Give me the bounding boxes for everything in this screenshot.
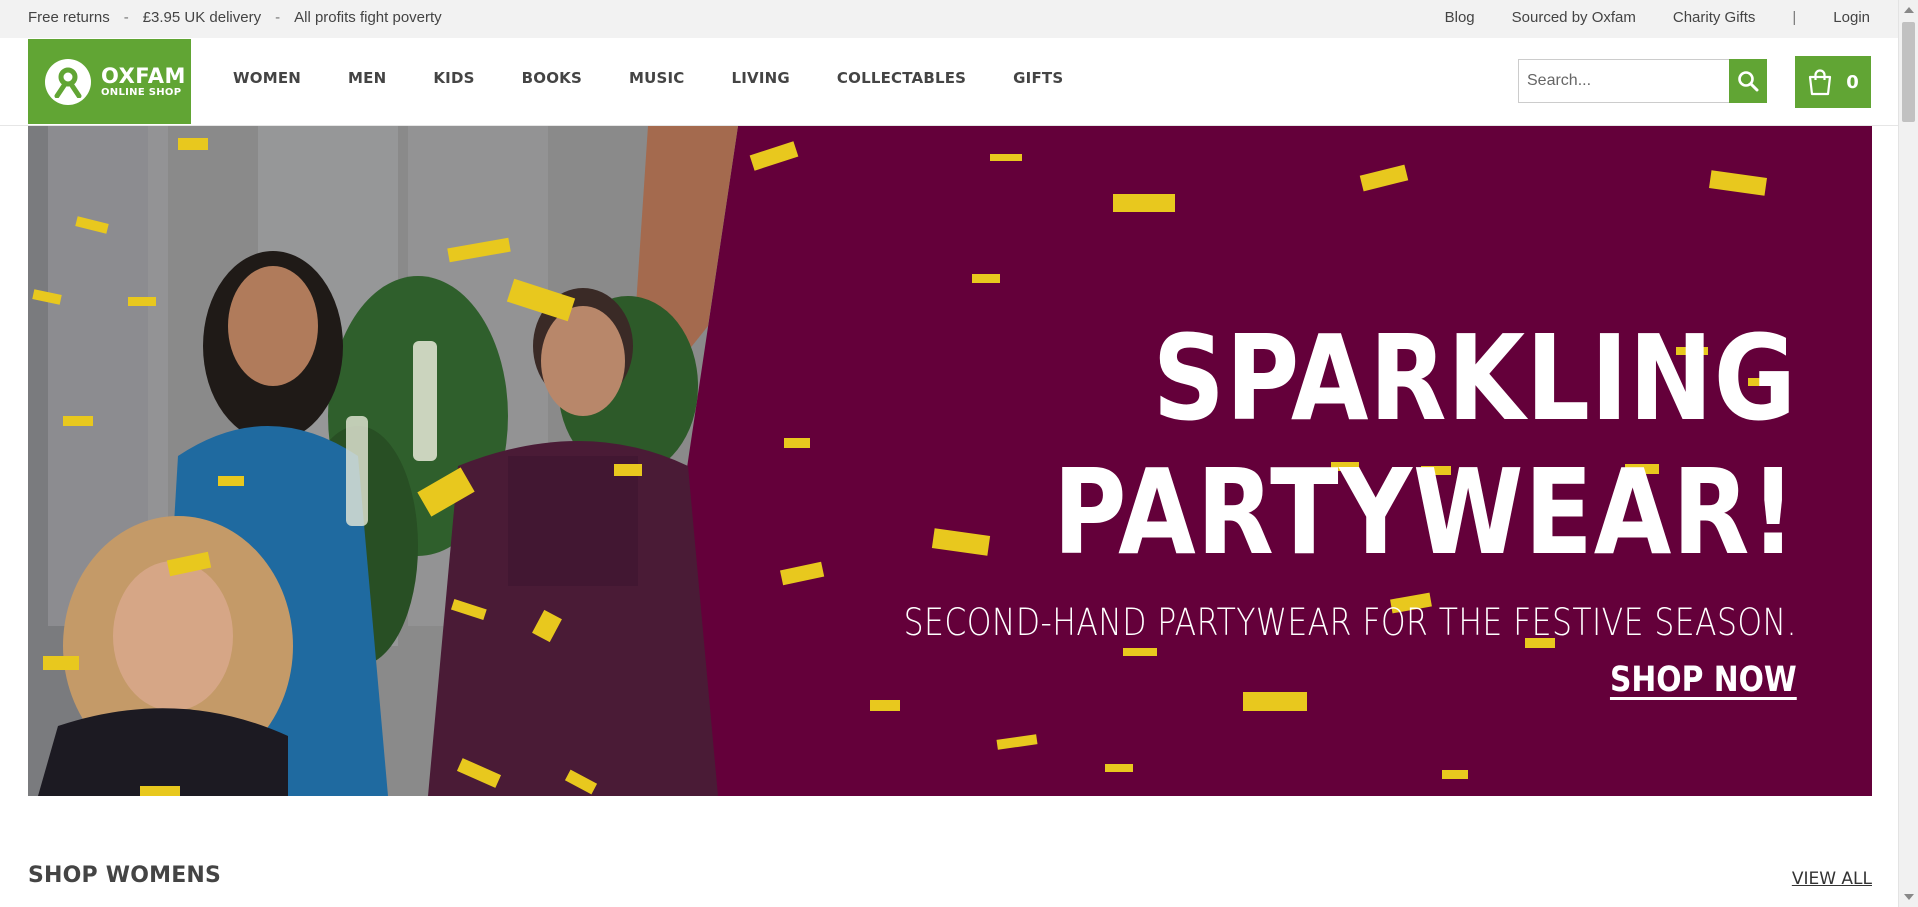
nav-item-women[interactable]: WOMEN: [233, 69, 301, 87]
nav-item-music[interactable]: MUSIC: [629, 69, 685, 87]
blog-link[interactable]: Blog: [1445, 9, 1475, 26]
section-title: SHOP WOMENS: [28, 863, 222, 888]
promo-uk-delivery: £3.95 UK delivery: [142, 9, 262, 26]
links-divider: |: [1792, 9, 1797, 26]
login-link[interactable]: Login: [1833, 9, 1870, 26]
hero-copy: SPARKLING PARTYWEAR! SECOND-HAND PARTYWE…: [746, 311, 1797, 700]
nav-item-men[interactable]: MEN: [348, 69, 386, 87]
utility-links: Blog Sourced by Oxfam Charity Gifts | Lo…: [1445, 9, 1870, 26]
promo-strip: Free returns - £3.95 UK delivery - All p…: [28, 9, 442, 26]
site-header: OXFAM ONLINE SHOP WOMEN MEN KIDS BOOKS M…: [0, 38, 1898, 126]
page-scrollbar[interactable]: [1898, 0, 1918, 907]
nav-item-books[interactable]: BOOKS: [522, 69, 582, 87]
search-box: [1518, 59, 1767, 103]
hero-photo: [28, 126, 738, 796]
cart-button[interactable]: 0: [1795, 56, 1871, 108]
hero-subtitle: SECOND-HAND PARTYWEAR FOR THE FESTIVE SE…: [903, 601, 1797, 644]
logo-name: OXFAM: [101, 63, 186, 88]
hero-title-line2: PARTYWEAR!: [1053, 443, 1797, 581]
promo-free-returns: Free returns: [28, 9, 110, 26]
scrollbar-thumb[interactable]: [1902, 22, 1915, 122]
hero-banner[interactable]: SPARKLING PARTYWEAR! SECOND-HAND PARTYWE…: [28, 126, 1872, 796]
oxfam-logo[interactable]: OXFAM ONLINE SHOP: [28, 39, 191, 124]
cart-count: 0: [1846, 71, 1859, 93]
search-input[interactable]: [1518, 59, 1729, 103]
shop-now-link[interactable]: SHOP NOW: [1610, 660, 1797, 700]
main-nav: WOMEN MEN KIDS BOOKS MUSIC LIVING COLLEC…: [233, 69, 1063, 87]
nav-item-kids[interactable]: KIDS: [433, 69, 474, 87]
search-button[interactable]: [1729, 59, 1767, 103]
logo-wordmark: OXFAM ONLINE SHOP: [101, 65, 186, 99]
promo-separator: -: [275, 9, 281, 26]
sourced-by-oxfam-link[interactable]: Sourced by Oxfam: [1512, 9, 1636, 26]
shopping-bag-icon: [1809, 69, 1832, 96]
nav-item-collectables[interactable]: COLLECTABLES: [837, 69, 966, 87]
charity-gifts-link[interactable]: Charity Gifts: [1673, 9, 1756, 26]
view-all-link[interactable]: VIEW ALL: [1792, 869, 1872, 889]
nav-item-living[interactable]: LIVING: [732, 69, 790, 87]
top-utility-bar: Free returns - £3.95 UK delivery - All p…: [0, 0, 1898, 38]
promo-fight-poverty: All profits fight poverty: [294, 9, 442, 26]
nav-item-gifts[interactable]: GIFTS: [1013, 69, 1063, 87]
shop-womens-header: SHOP WOMENS VIEW ALL: [28, 863, 1872, 889]
oxfam-logo-icon: [45, 58, 91, 105]
promo-separator: -: [123, 9, 129, 26]
hero-title-line1: SPARKLING: [1152, 309, 1797, 447]
page: Free returns - £3.95 UK delivery - All p…: [0, 0, 1918, 907]
search-icon: [1738, 71, 1759, 92]
logo-tagline: ONLINE SHOP: [101, 86, 182, 98]
scroll-up-arrow-icon[interactable]: [1904, 7, 1914, 13]
scroll-down-arrow-icon[interactable]: [1904, 894, 1914, 900]
